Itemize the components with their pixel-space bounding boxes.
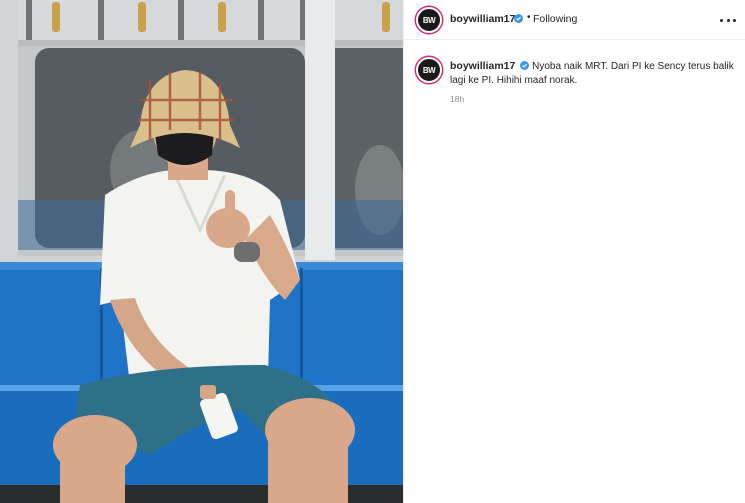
author-username[interactable]: boywilliam17: [450, 13, 515, 25]
separator-dot: •: [527, 12, 531, 23]
post-timestamp[interactable]: 18h: [450, 94, 464, 104]
caption-author-avatar[interactable]: BW: [416, 57, 442, 83]
verified-badge-icon: [520, 61, 530, 70]
avatar-initials: BW: [422, 15, 436, 25]
post-header: BW boywilliam17 • Following: [404, 0, 745, 40]
more-options-icon[interactable]: [720, 12, 736, 28]
post-photo[interactable]: [0, 0, 403, 503]
following-button[interactable]: Following: [533, 13, 577, 25]
author-avatar[interactable]: BW: [416, 7, 442, 33]
caption-username[interactable]: boywilliam17: [450, 60, 515, 72]
verified-badge-icon: [514, 14, 523, 23]
caption-block: boywilliam17 Nyoba naik MRT. Dari PI ke …: [450, 59, 736, 88]
train-interior-image: [0, 0, 403, 503]
post-details-panel: BW boywilliam17 • Following BW boywillia…: [403, 0, 745, 503]
caption-avatar-initials: BW: [422, 65, 436, 75]
